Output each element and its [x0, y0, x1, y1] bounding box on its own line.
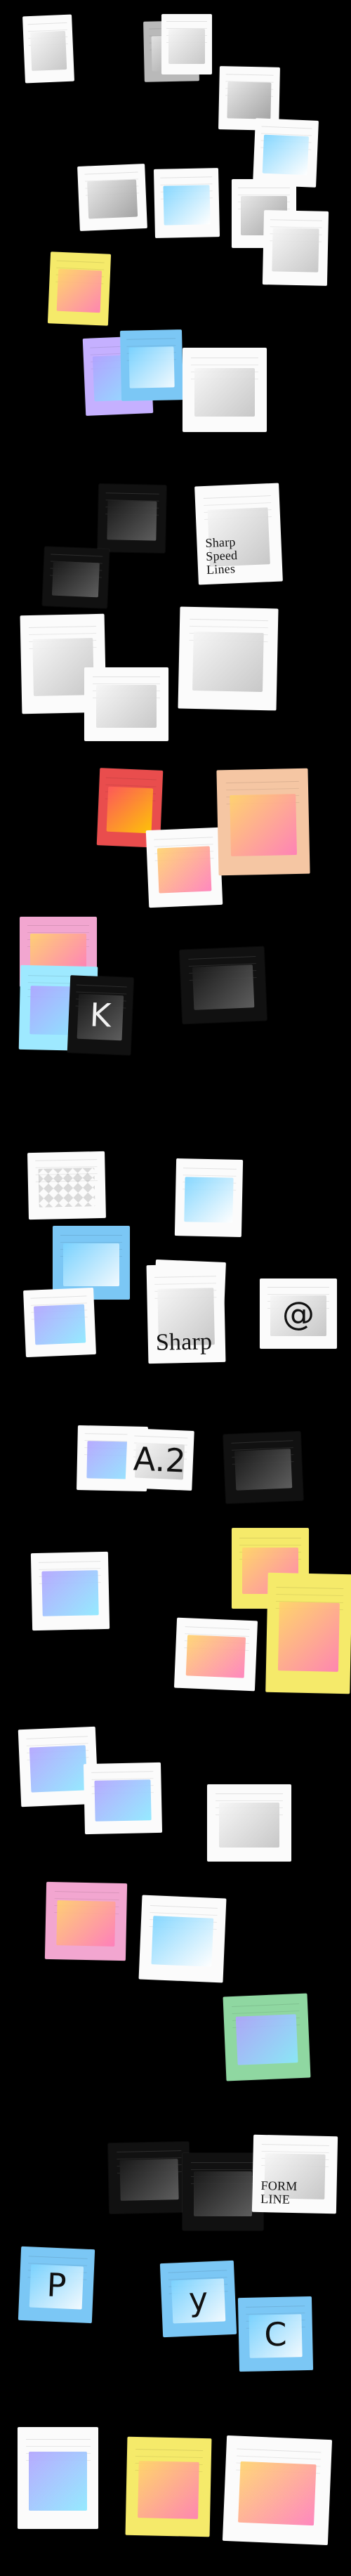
- project-card[interactable]: [183, 348, 267, 432]
- project-card[interactable]: C: [237, 2296, 314, 2372]
- card-graphic: [234, 1448, 292, 1491]
- project-card[interactable]: [265, 1572, 351, 1694]
- project-card[interactable]: @: [260, 1279, 337, 1349]
- card-glyph: @: [282, 1295, 314, 1333]
- project-card[interactable]: [216, 768, 310, 876]
- project-card[interactable]: [145, 827, 223, 908]
- project-card[interactable]: [207, 1784, 291, 1862]
- card-graphic: [185, 1635, 246, 1678]
- card-graphic: [56, 1900, 116, 1947]
- card-caption: Sharp: [155, 1328, 213, 1356]
- card-graphic: [29, 1745, 88, 1793]
- card-graphic: [128, 346, 175, 388]
- card-glyph: A.2: [133, 1439, 187, 1480]
- card-glyph: P: [46, 2265, 67, 2305]
- project-card[interactable]: [138, 1895, 227, 1983]
- card-graphic: [184, 1177, 234, 1223]
- card-graphic: [194, 367, 256, 417]
- card-graphic: [137, 2460, 199, 2519]
- project-card[interactable]: [125, 2436, 212, 2537]
- card-graphic: [192, 965, 255, 1010]
- project-card[interactable]: [107, 2141, 191, 2214]
- card-graphic: [87, 179, 138, 219]
- card-graphic: [94, 1779, 152, 1822]
- project-card[interactable]: [98, 484, 166, 553]
- project-card[interactable]: [253, 118, 319, 188]
- project-card[interactable]: [223, 1431, 304, 1504]
- card-graphic: [168, 28, 205, 64]
- card-caption: FORM LINE: [260, 2178, 298, 2207]
- card-caption: Sharp Speed Lines: [205, 535, 238, 577]
- card-glyph: y: [187, 2279, 209, 2319]
- project-card[interactable]: [222, 2435, 333, 2546]
- card-graphic: [56, 269, 102, 313]
- card-graphic: [151, 1916, 214, 1968]
- project-card[interactable]: y: [159, 2260, 237, 2338]
- project-card[interactable]: [77, 164, 147, 231]
- project-card[interactable]: [84, 667, 168, 741]
- card-graphic: [41, 1570, 99, 1617]
- card-graphic: [51, 561, 100, 598]
- card-graphic: [272, 228, 319, 273]
- card-graphic: [194, 2171, 252, 2217]
- card-graphic: [262, 134, 310, 176]
- card-graphic: [238, 2461, 317, 2526]
- card-graphic: [106, 787, 154, 834]
- card-graphic: [33, 1304, 86, 1345]
- project-card[interactable]: [262, 210, 329, 286]
- project-card[interactable]: [27, 1151, 106, 1220]
- card-graphic: [63, 1243, 119, 1287]
- project-card[interactable]: [83, 1762, 163, 1835]
- card-graphic: [119, 2159, 179, 2201]
- project-card[interactable]: FORM LINE: [251, 2134, 338, 2214]
- project-card[interactable]: [173, 1617, 258, 1692]
- card-graphic: [227, 81, 272, 119]
- card-graphic: [192, 631, 265, 692]
- card-graphic: [235, 2014, 298, 2066]
- project-card[interactable]: [179, 946, 267, 1024]
- card-graphic: [230, 794, 297, 856]
- project-card[interactable]: K: [67, 975, 134, 1055]
- project-card[interactable]: [174, 1158, 244, 1237]
- card-graphic: [95, 685, 157, 728]
- project-card[interactable]: [30, 1551, 110, 1631]
- card-glyph: K: [88, 995, 112, 1035]
- project-card[interactable]: [153, 168, 220, 238]
- card-graphic: [218, 1803, 280, 1848]
- project-card[interactable]: [161, 14, 212, 74]
- project-card[interactable]: [223, 1993, 311, 2081]
- card-graphic: [38, 1167, 95, 1208]
- project-card[interactable]: [22, 14, 74, 84]
- portfolio-canvas: Sharp Speed Lines K Sharp @ A.2 FORM LINE Py C: [0, 0, 351, 2576]
- project-card[interactable]: [42, 547, 110, 608]
- project-card[interactable]: P: [18, 2246, 95, 2324]
- project-card[interactable]: A.2: [125, 1428, 194, 1491]
- project-card[interactable]: [18, 2427, 98, 2529]
- card-graphic: [157, 846, 212, 894]
- card-graphic: [29, 2451, 87, 2511]
- project-card[interactable]: [178, 606, 279, 711]
- project-card[interactable]: Sharp Speed Lines: [194, 483, 283, 585]
- card-graphic: [29, 30, 67, 71]
- card-graphic: [163, 184, 211, 226]
- project-card[interactable]: [183, 2153, 263, 2230]
- project-card[interactable]: [23, 1287, 96, 1358]
- project-card[interactable]: [119, 329, 184, 401]
- project-card[interactable]: [47, 251, 112, 326]
- project-card[interactable]: Sharp: [146, 1263, 226, 1364]
- card-glyph: C: [263, 2315, 288, 2353]
- card-graphic: [277, 1601, 340, 1673]
- card-graphic: [107, 500, 157, 541]
- project-card[interactable]: [44, 1881, 128, 1961]
